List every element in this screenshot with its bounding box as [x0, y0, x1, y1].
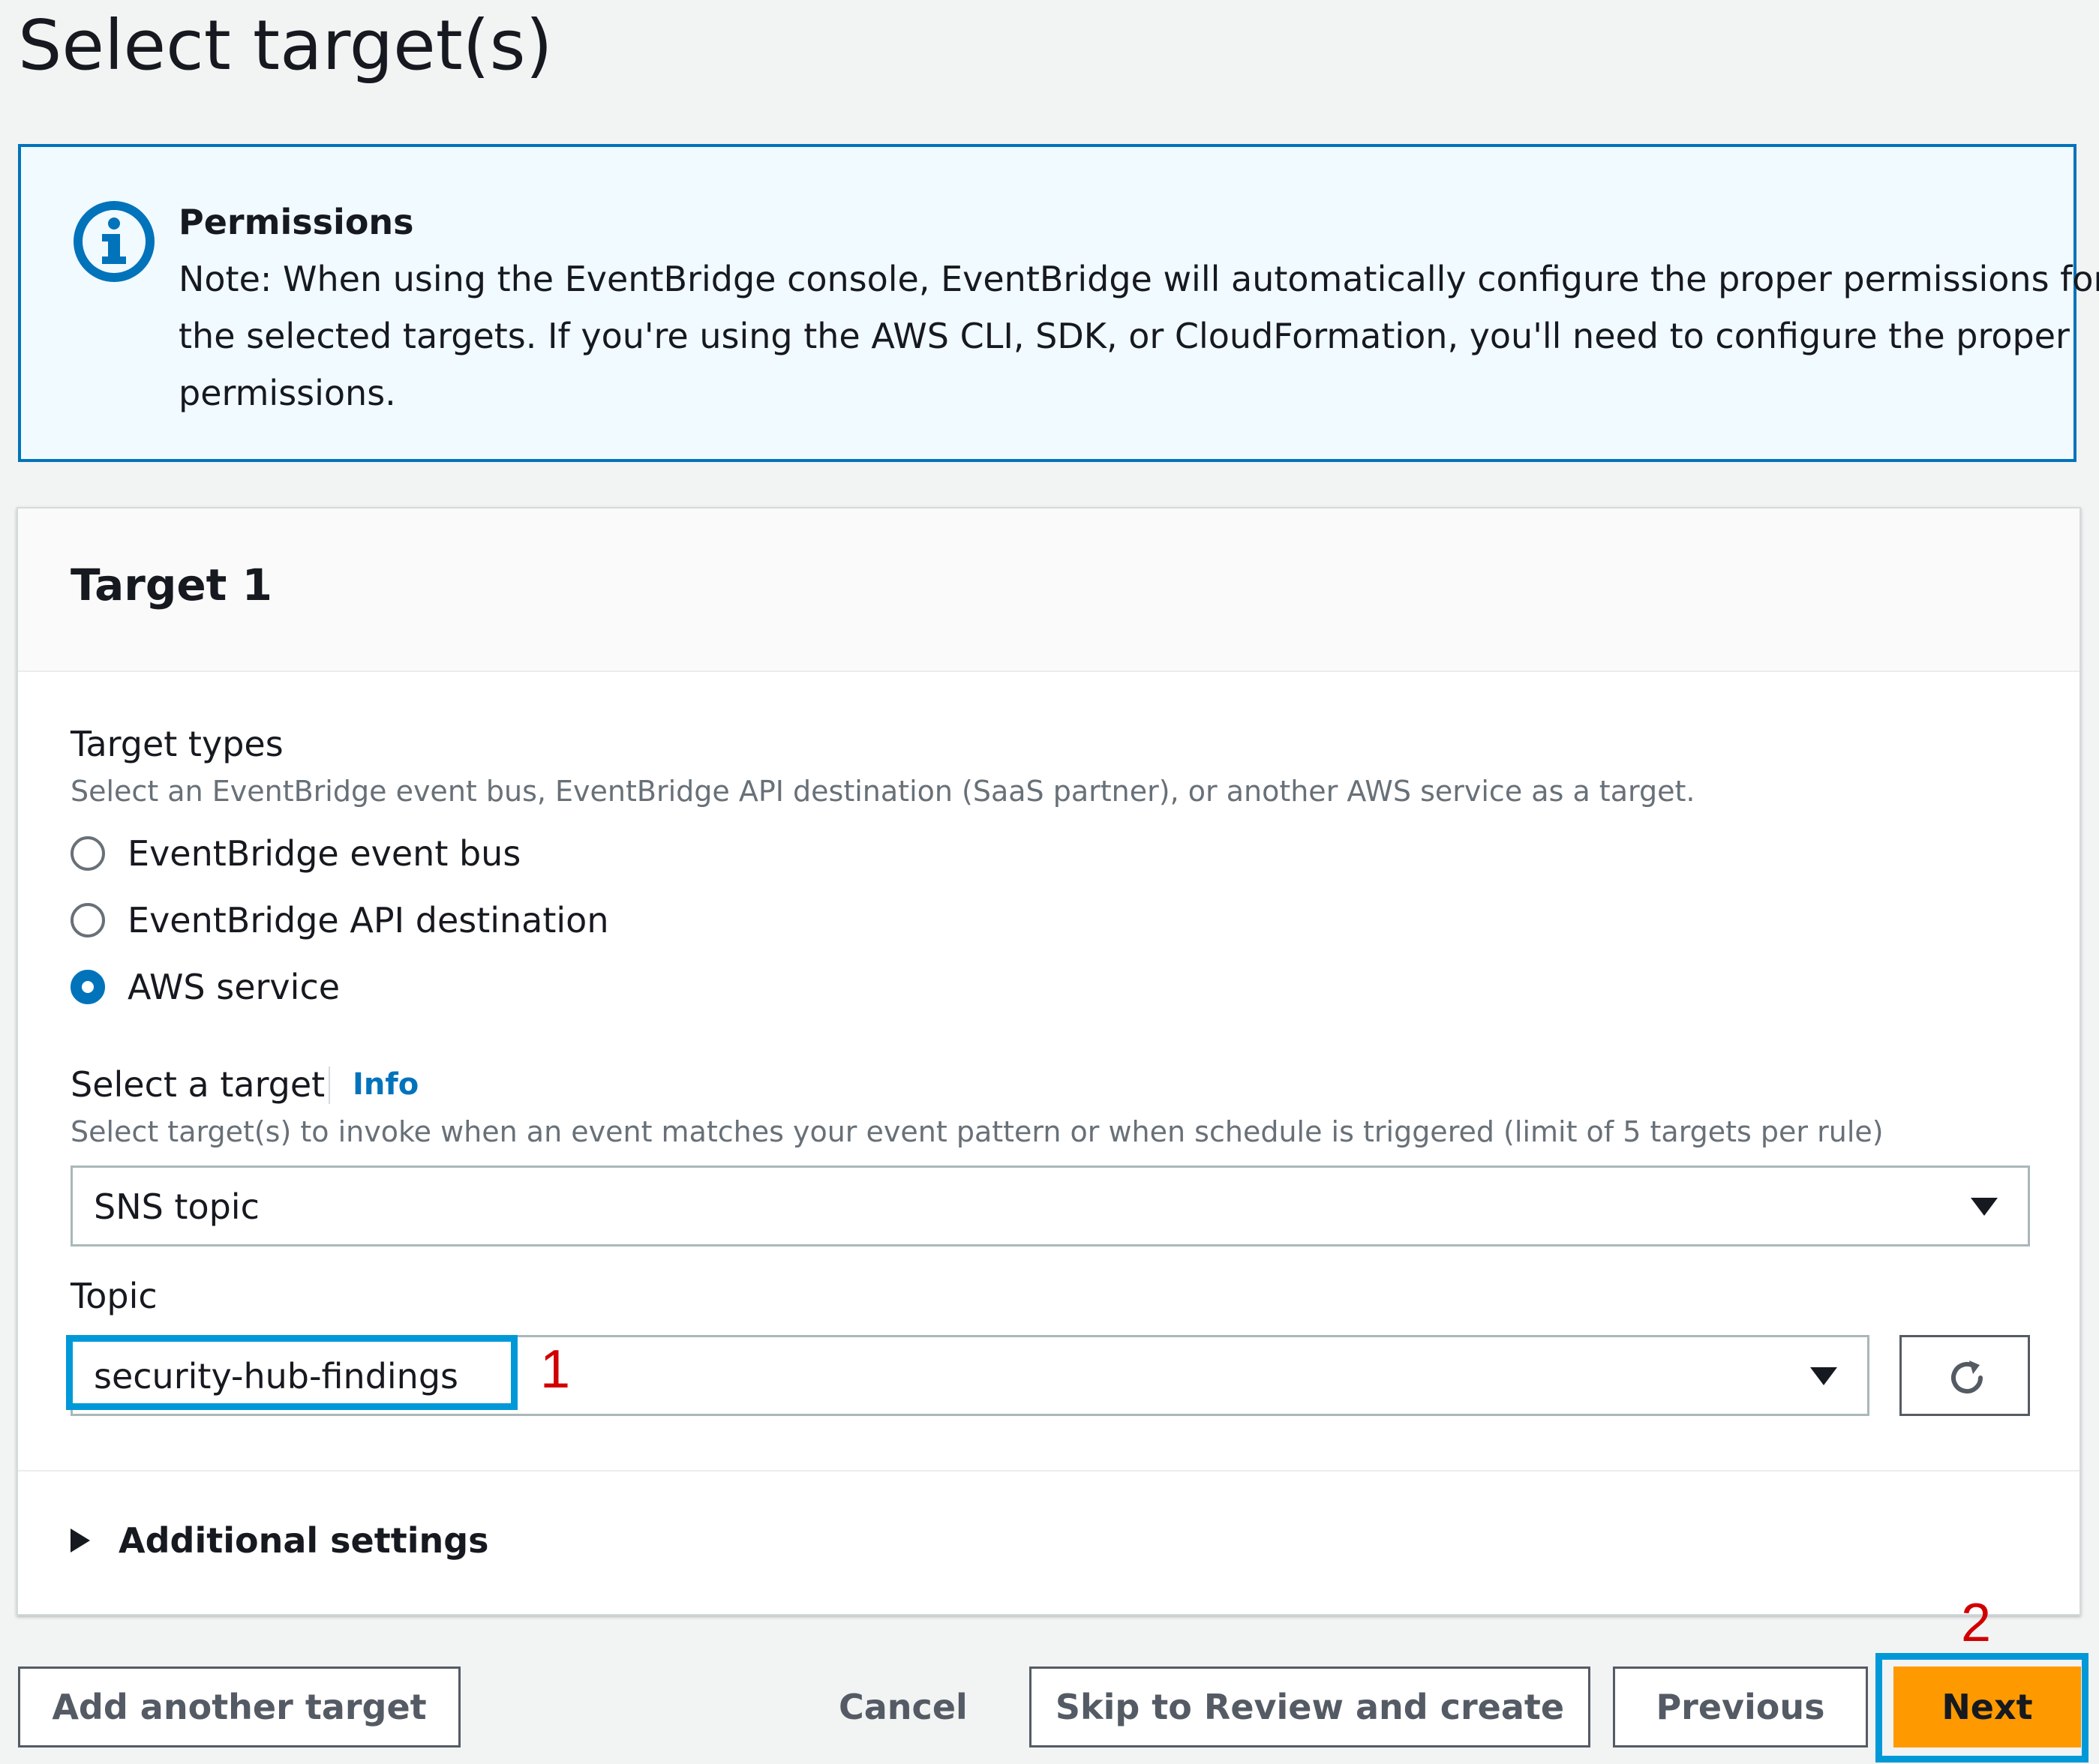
refresh-button[interactable]: [1899, 1335, 2030, 1416]
info-icon: [74, 201, 155, 282]
target-types-description: Select an EventBridge event bus, EventBr…: [71, 775, 1695, 808]
radio-label: EventBridge API destination: [128, 900, 609, 940]
section-divider: [18, 1470, 2079, 1472]
topic-label: Topic: [71, 1276, 158, 1316]
skip-to-review-button[interactable]: Skip to Review and create: [1029, 1666, 1590, 1748]
alert-title: Permissions: [179, 202, 414, 242]
radio-button-selected[interactable]: [71, 970, 105, 1004]
radio-label: EventBridge event bus: [128, 833, 521, 874]
annotation-label-1: 1: [540, 1340, 571, 1400]
target-types-label: Target types: [71, 724, 284, 764]
add-another-target-button[interactable]: Add another target: [18, 1666, 461, 1748]
caret-right-icon: [71, 1528, 90, 1552]
radio-label: AWS service: [128, 967, 341, 1007]
alert-body: Note: When using the EventBridge console…: [179, 250, 2099, 422]
label-separator: [329, 1066, 330, 1104]
alert-line: the selected targets. If you're using th…: [179, 316, 2070, 356]
caret-down-icon: [1810, 1367, 1837, 1385]
annotation-highlight-topic: [66, 1335, 518, 1410]
alert-line: permissions.: [179, 373, 396, 413]
refresh-icon: [1951, 1360, 1983, 1394]
panel-title: Target 1: [71, 560, 272, 610]
permissions-alert: Permissions Note: When using the EventBr…: [18, 144, 2099, 462]
target-select-value: SNS topic: [94, 1186, 260, 1227]
additional-settings-label: Additional settings: [119, 1520, 489, 1561]
cancel-button[interactable]: Cancel: [839, 1684, 968, 1730]
info-link[interactable]: Info: [353, 1062, 419, 1107]
panel-header: Target 1: [18, 508, 2079, 672]
annotation-highlight-next: [1875, 1653, 2088, 1762]
select-target-description: Select target(s) to invoke when an event…: [71, 1115, 1884, 1148]
alert-line: Note: When using the EventBridge console…: [179, 259, 2099, 299]
radio-button[interactable]: [71, 836, 105, 871]
previous-button[interactable]: Previous: [1613, 1666, 1868, 1748]
select-target-label: Select a target: [71, 1064, 326, 1105]
radio-button[interactable]: [71, 903, 105, 938]
target-panel: Target 1 Target types Select an EventBri…: [17, 507, 2081, 1616]
annotation-label-2: 2: [1961, 1593, 1992, 1653]
target-select[interactable]: SNS topic: [71, 1166, 2030, 1246]
page-title: Select target(s): [18, 5, 553, 86]
caret-down-icon: [1971, 1198, 1998, 1216]
